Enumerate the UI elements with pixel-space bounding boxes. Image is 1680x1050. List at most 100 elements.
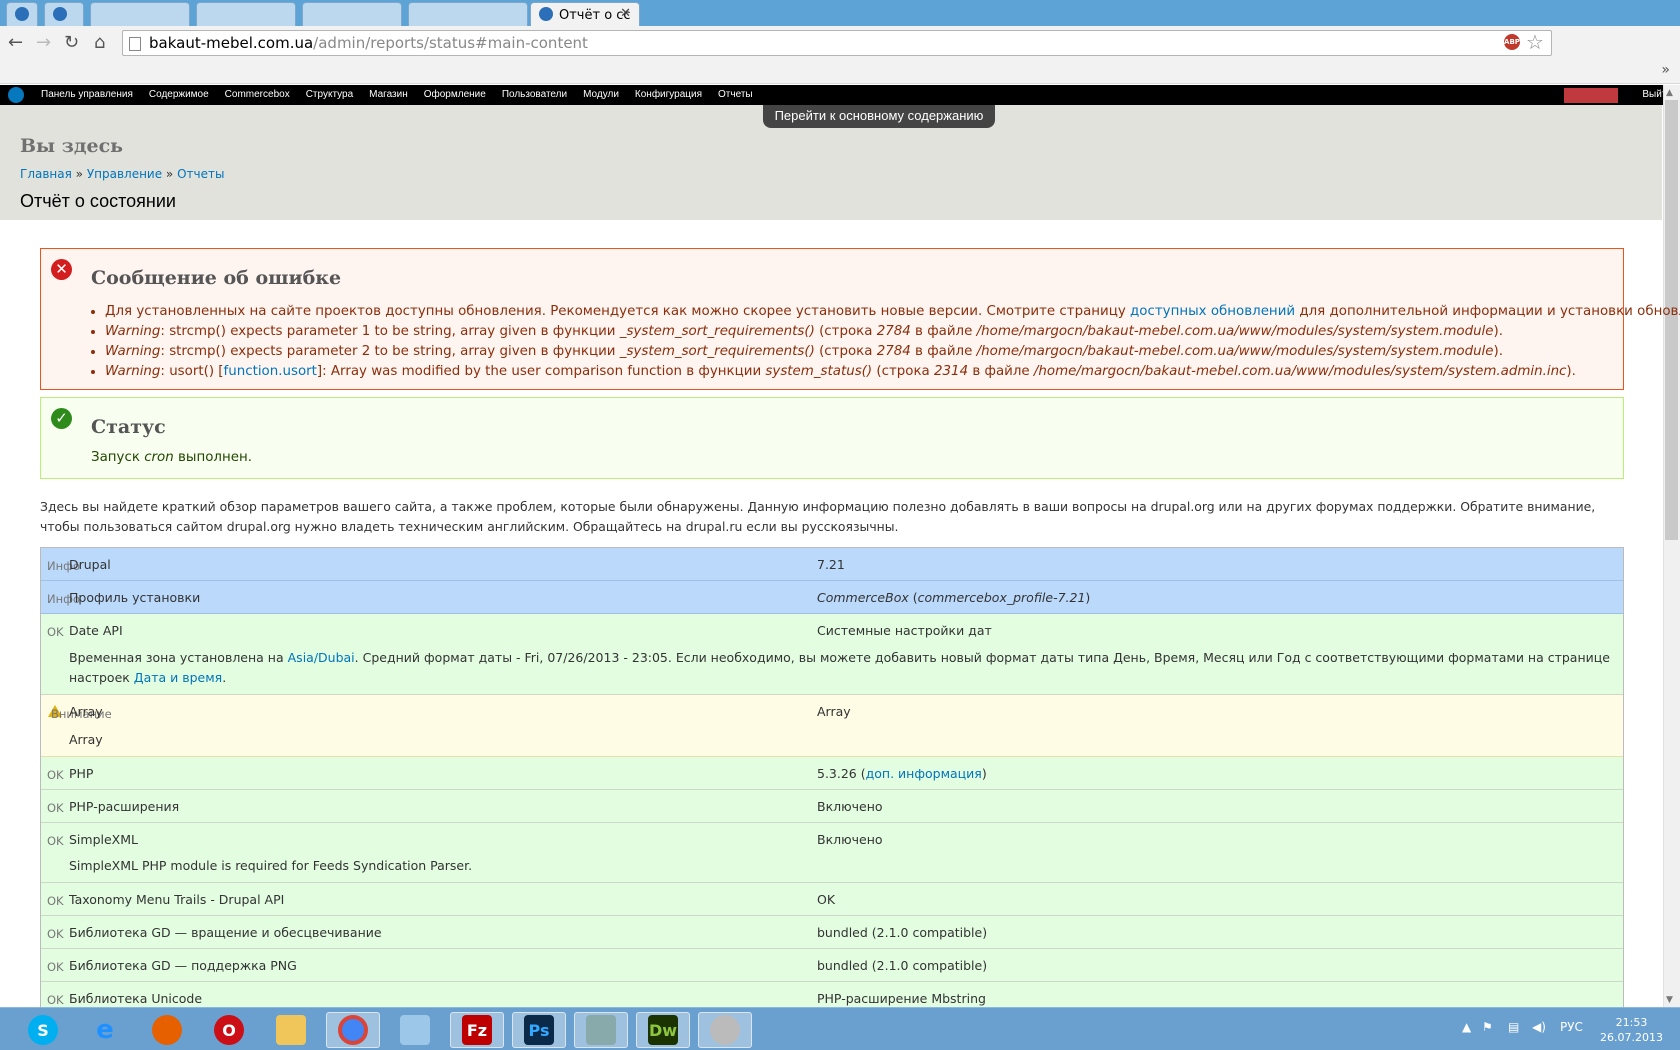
scroll-up-icon[interactable]: ▲ (1666, 88, 1673, 98)
requirement-title: Drupal (69, 557, 111, 572)
browser-tab[interactable] (44, 2, 84, 26)
table-row: OK PHP-расширения Включено (41, 790, 1623, 823)
error-list: Для установленных на сайте проектов дост… (105, 302, 1680, 382)
photoshop-label: Ps (524, 1015, 554, 1045)
photoshop-icon[interactable]: Ps (512, 1012, 566, 1048)
table-row: OK Date API Системные настройки дат Врем… (41, 614, 1623, 695)
file-explorer-icon[interactable] (264, 1012, 318, 1048)
skip-to-content-link[interactable]: Перейти к основному содержанию (763, 105, 995, 128)
error-text: ]: Array was modified by the user compar… (316, 364, 766, 379)
filezilla-icon[interactable]: Fz (450, 1012, 504, 1048)
severity-label: OK (47, 625, 64, 639)
chrome-icon[interactable] (326, 1012, 380, 1048)
error-message: ✕ Сообщение об ошибке Для установленных … (40, 248, 1680, 390)
windows-taskbar: S e O Fz Ps Dw (0, 1007, 1680, 1050)
url-path: /admin/reports/status#main-content (313, 34, 588, 52)
function-usort-link[interactable]: function.usort (224, 364, 317, 379)
user-account-link[interactable] (1564, 88, 1618, 103)
system-clock[interactable]: 21:53 26.07.2013 (1600, 1015, 1663, 1045)
scroll-down-icon[interactable]: ▼ (1666, 995, 1673, 1005)
skype-icon[interactable]: S (16, 1012, 70, 1048)
back-icon[interactable]: ← (8, 32, 23, 54)
forward-icon[interactable]: → (36, 32, 51, 54)
url-host: bakaut-mebel.com.ua (149, 34, 314, 52)
admin-menu-item[interactable]: Commercebox (217, 85, 298, 105)
admin-menu-item[interactable]: Отчеты (710, 85, 761, 105)
requirement-value: Array (817, 704, 851, 719)
firefox-icon[interactable] (140, 1012, 194, 1048)
browser-tab[interactable] (90, 2, 190, 26)
line-number: 2314 (934, 364, 969, 379)
breadcrumb: Главная » Управление » Отчеты (20, 167, 224, 181)
volume-icon[interactable]: ◀) (1532, 1020, 1546, 1034)
admin-menu-item[interactable]: Структура (298, 85, 361, 105)
browser-tab[interactable] (302, 2, 402, 26)
archive-icon[interactable] (574, 1012, 628, 1048)
browser-toolbar: ← → ↻ ⌂ bakaut-mebel.com.ua/admin/report… (0, 26, 1680, 78)
check-icon: ✓ (51, 408, 72, 429)
requirement-description: Array (69, 732, 103, 747)
dreamweaver-icon[interactable]: Dw (636, 1012, 690, 1048)
browser-tab-active[interactable]: Отчёт о сс ✕ (530, 2, 640, 26)
media-player-icon[interactable] (698, 1012, 752, 1048)
status-message: ✓ Статус Запуск cron выполнен. (40, 397, 1624, 479)
action-center-icon[interactable]: ⚑ (1482, 1020, 1493, 1034)
input-language[interactable]: РУС (1560, 1020, 1583, 1034)
date-time-settings-link[interactable]: Дата и время (134, 670, 222, 685)
internet-explorer-icon[interactable]: e (78, 1012, 132, 1048)
browser-tab[interactable] (408, 2, 528, 26)
reload-icon[interactable]: ↻ (64, 32, 79, 54)
error-text: Для установленных на сайте проектов дост… (105, 304, 1131, 319)
error-text: для дополнительной информации и установк… (1299, 304, 1680, 319)
value-text: 5.3.26 ( (817, 766, 866, 781)
address-bar[interactable]: bakaut-mebel.com.ua/admin/reports/status… (122, 30, 1552, 56)
requirement-value: CommerceBox (commercebox_profile-7.21) (817, 590, 1090, 605)
line-number: 2784 (876, 324, 911, 339)
admin-menu-item[interactable]: Содержимое (141, 85, 217, 105)
warning-label: Warning (105, 344, 161, 359)
admin-menu-item[interactable]: Пользователи (494, 85, 575, 105)
available-updates-link[interactable]: доступных обновлений (1130, 304, 1295, 319)
breadcrumb-separator: » (71, 167, 87, 181)
opera-icon[interactable]: O (202, 1012, 256, 1048)
admin-menu-item[interactable]: Оформление (416, 85, 494, 105)
breadcrumb-link[interactable]: Отчеты (177, 167, 224, 181)
status-text-part: Запуск (91, 450, 145, 465)
browser-tabstrip: Отчёт о сс ✕ (0, 0, 1680, 26)
value-text: ) (981, 766, 987, 781)
error-item: Warning: strcmp() expects parameter 1 to… (105, 322, 1680, 342)
admin-menu-item[interactable]: Магазин (361, 85, 416, 105)
error-text: (строка (814, 344, 877, 359)
status-text-part: выполнен. (173, 450, 252, 465)
drupal-favicon-icon (53, 7, 67, 21)
adblock-icon[interactable]: ABP (1504, 34, 1520, 50)
bookmark-star-icon[interactable]: ☆ (1526, 30, 1544, 54)
error-text: (строка (814, 324, 877, 339)
error-item: Для установленных на сайте проектов дост… (105, 302, 1680, 322)
breadcrumb-link[interactable]: Управление (87, 167, 162, 181)
requirement-title: Профиль установки (69, 590, 201, 605)
description-text: . (222, 670, 227, 685)
severity-label: OK (47, 801, 64, 815)
timezone-link[interactable]: Asia/Dubai (288, 650, 355, 665)
drupal-logo-icon[interactable] (8, 87, 24, 103)
severity-label: OK (47, 927, 64, 941)
admin-menu-item[interactable]: Модули (575, 85, 627, 105)
admin-menu-item[interactable]: Панель управления (33, 85, 141, 105)
browser-tab[interactable] (6, 2, 38, 26)
admin-menu: Панель управления Содержимое Commercebox… (33, 85, 761, 105)
more-bookmarks-icon[interactable]: » (1661, 62, 1670, 78)
home-icon[interactable]: ⌂ (94, 32, 105, 54)
tray-expand-icon[interactable]: ▲ (1462, 1020, 1471, 1034)
status-heading: Статус (91, 416, 166, 438)
network-icon[interactable]: ▤ (1508, 1020, 1519, 1034)
severity-label: OK (47, 960, 64, 974)
table-row: OK Библиотека GD — поддержка PNG bundled… (41, 949, 1623, 982)
close-tab-icon[interactable]: ✕ (620, 6, 631, 21)
notepad-icon[interactable] (388, 1012, 442, 1048)
error-text: в файле (910, 344, 977, 359)
browser-tab[interactable] (196, 2, 296, 26)
breadcrumb-link[interactable]: Главная (20, 167, 72, 181)
admin-menu-item[interactable]: Конфигурация (627, 85, 710, 105)
php-info-link[interactable]: доп. информация (866, 766, 982, 781)
